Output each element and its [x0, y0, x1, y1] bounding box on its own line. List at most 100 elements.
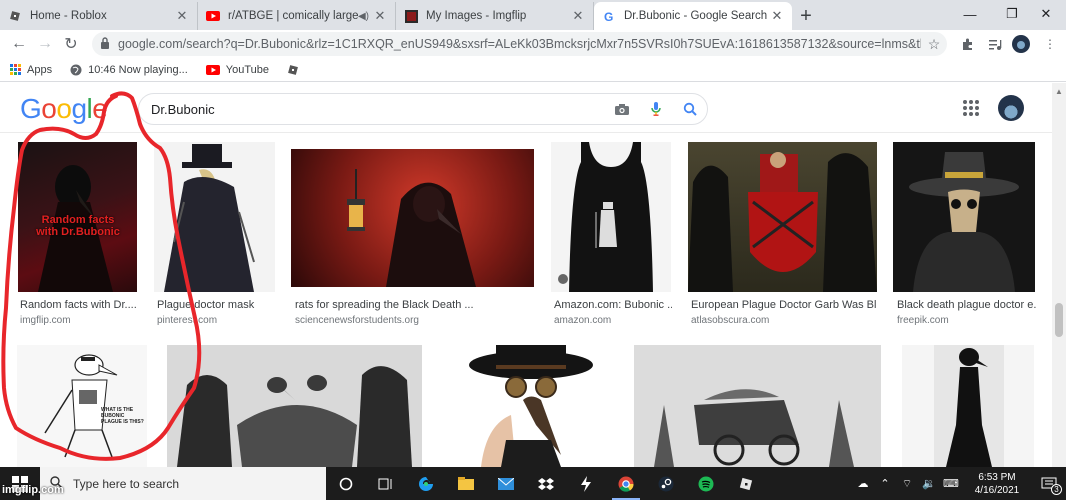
cortana-icon[interactable] [326, 467, 366, 500]
result-source[interactable]: amazon.com [554, 315, 611, 326]
result-card[interactable] [902, 345, 1035, 467]
speaker-icon[interactable]: ◀) [358, 11, 369, 22]
lock-icon[interactable] [100, 36, 110, 52]
mail-icon[interactable] [486, 467, 526, 500]
result-thumbnail[interactable]: WHAT IS THE BUBONIC PLAGUE IS THIS? [17, 345, 147, 467]
result-card[interactable]: Black death plague doctor e... freepik.c… [893, 142, 1036, 332]
dropbox-icon[interactable] [526, 467, 566, 500]
result-thumbnail[interactable] [154, 142, 275, 292]
back-icon[interactable]: ← [6, 31, 32, 57]
tab-close-icon[interactable]: ✕ [571, 8, 585, 24]
close-window-icon[interactable]: ✕ [1024, 0, 1066, 28]
microphone-icon[interactable] [639, 94, 673, 124]
result-source[interactable]: pinterest.com [157, 315, 217, 326]
scrollbar-thumb[interactable] [1055, 303, 1063, 337]
tab-close-icon[interactable]: ✕ [175, 8, 189, 24]
result-thumbnail[interactable] [634, 345, 881, 467]
menu-kebab-icon[interactable]: ⋮ [1040, 34, 1060, 54]
extensions-icon[interactable] [958, 34, 978, 54]
minimize-icon[interactable]: — [948, 0, 992, 28]
tab-roblox[interactable]: Home - Roblox ✕ [0, 2, 198, 30]
result-source[interactable]: imgflip.com [20, 315, 71, 326]
result-card[interactable]: European Plague Doctor Garb Was Bla... a… [688, 142, 878, 332]
google-account-avatar[interactable] [998, 95, 1024, 121]
result-thumbnail[interactable] [167, 345, 422, 467]
result-caption[interactable]: Amazon.com: Bubonic ... [554, 299, 672, 311]
result-thumbnail[interactable] [291, 149, 534, 287]
media-control-icon[interactable] [985, 34, 1005, 54]
taskbar-search-box[interactable]: Type here to search [40, 467, 326, 500]
file-explorer-icon[interactable] [446, 467, 486, 500]
tab-reddit[interactable]: r/ATBGE | comically large hat ◀) ✕ [198, 2, 396, 30]
result-card[interactable]: Plague doctor mask pinterest.com [154, 142, 276, 332]
browser-toolbar: ← → ↻ google.com/search?q=Dr.Bubonic&rlz… [0, 30, 1066, 58]
search-input[interactable]: Dr.Bubonic [151, 102, 605, 117]
wifi-icon[interactable]: ⌔ [896, 467, 918, 500]
camera-icon[interactable] [605, 94, 639, 124]
result-thumbnail[interactable] [902, 345, 1034, 467]
thumbnail-caption-text: Random facts with Dr.Bubonic [36, 214, 120, 238]
google-logo[interactable]: Google [20, 93, 108, 125]
task-view-icon[interactable] [366, 467, 406, 500]
result-thumbnail[interactable]: Random facts with Dr.Bubonic [18, 142, 137, 292]
edge-icon[interactable] [406, 467, 446, 500]
result-thumbnail[interactable] [441, 345, 614, 467]
tab-close-icon[interactable]: ✕ [770, 8, 784, 24]
result-card[interactable] [167, 345, 423, 467]
result-source[interactable]: sciencenewsforstudents.org [295, 315, 419, 326]
notification-center-icon[interactable]: 3 [1032, 467, 1066, 500]
lightning-app-icon[interactable] [566, 467, 606, 500]
youtube-icon [206, 9, 220, 23]
result-thumbnail[interactable] [551, 142, 671, 292]
result-caption[interactable]: European Plague Doctor Garb Was Bla... [691, 299, 877, 311]
result-card[interactable]: rats for spreading the Black Death ... s… [291, 149, 535, 332]
scroll-up-icon[interactable]: ▲ [1055, 87, 1063, 96]
bookmark-label: 10:46 Now playing... [88, 63, 188, 76]
page-scrollbar[interactable]: ▲ [1052, 83, 1066, 467]
result-caption[interactable]: Plague doctor mask [157, 299, 275, 311]
forward-icon[interactable]: → [32, 31, 58, 57]
reload-icon[interactable]: ↻ [58, 31, 84, 57]
bookmark-roblox[interactable] [287, 64, 305, 76]
keyboard-icon[interactable]: ⌨ [940, 467, 962, 500]
system-tray: ☁ ⌃ ⌔ 🔉 ⌨ 6:53 PM 4/16/2021 3 [852, 467, 1066, 500]
weather-cloud-icon[interactable]: ☁ [852, 467, 874, 500]
roblox-icon[interactable] [726, 467, 766, 500]
chrome-icon[interactable] [606, 467, 646, 500]
result-thumbnail[interactable] [893, 142, 1035, 292]
result-caption[interactable]: Random facts with Dr.... [20, 299, 138, 311]
search-icon[interactable] [673, 94, 707, 124]
bookmark-star-icon[interactable]: ☆ [921, 36, 947, 53]
google-apps-icon[interactable] [963, 100, 979, 116]
result-thumbnail[interactable] [688, 142, 877, 292]
result-card[interactable]: Random facts with Dr.Bubonic Random fact… [18, 142, 138, 332]
clock-time: 6:53 PM [978, 471, 1016, 483]
result-caption[interactable]: Black death plague doctor e... [897, 299, 1036, 311]
result-card[interactable]: Amazon.com: Bubonic ... amazon.com [551, 142, 672, 332]
address-bar[interactable]: google.com/search?q=Dr.Bubonic&rlz=1C1RX… [92, 32, 947, 56]
taskbar-clock[interactable]: 6:53 PM 4/16/2021 [962, 471, 1032, 497]
bookmark-label: YouTube [225, 63, 269, 76]
volume-icon[interactable]: 🔉 [918, 467, 940, 500]
tab-strip: Home - Roblox ✕ r/ATBGE | comically larg… [0, 0, 1066, 30]
tab-close-icon[interactable]: ✕ [373, 8, 387, 24]
tab-imgflip[interactable]: My Images - Imgflip ✕ [396, 2, 594, 30]
tab-title: Home - Roblox [30, 10, 107, 22]
imgflip-icon [404, 9, 418, 23]
spotify-icon[interactable] [686, 467, 726, 500]
steam-icon[interactable] [646, 467, 686, 500]
image-results-grid: Random facts with Dr.Bubonic Random fact… [0, 134, 1052, 467]
profile-avatar[interactable] [1011, 34, 1031, 54]
result-source[interactable]: freepik.com [897, 315, 949, 326]
result-card[interactable]: WHAT IS THE BUBONIC PLAGUE IS THIS? [17, 345, 148, 467]
new-tab-button[interactable]: + [792, 2, 820, 30]
result-card[interactable] [441, 345, 615, 467]
bookmark-youtube[interactable]: YouTube [205, 63, 269, 76]
tab-google-search[interactable]: G Dr.Bubonic - Google Search ✕ [594, 2, 792, 30]
result-caption[interactable]: rats for spreading the Black Death ... [295, 299, 535, 311]
bookmark-now-playing[interactable]: 10:46 Now playing... [70, 64, 188, 76]
tray-overflow-icon[interactable]: ⌃ [874, 467, 896, 500]
bookmark-apps[interactable]: Apps [10, 64, 52, 76]
result-card[interactable] [634, 345, 882, 467]
result-source[interactable]: atlasobscura.com [691, 315, 769, 326]
